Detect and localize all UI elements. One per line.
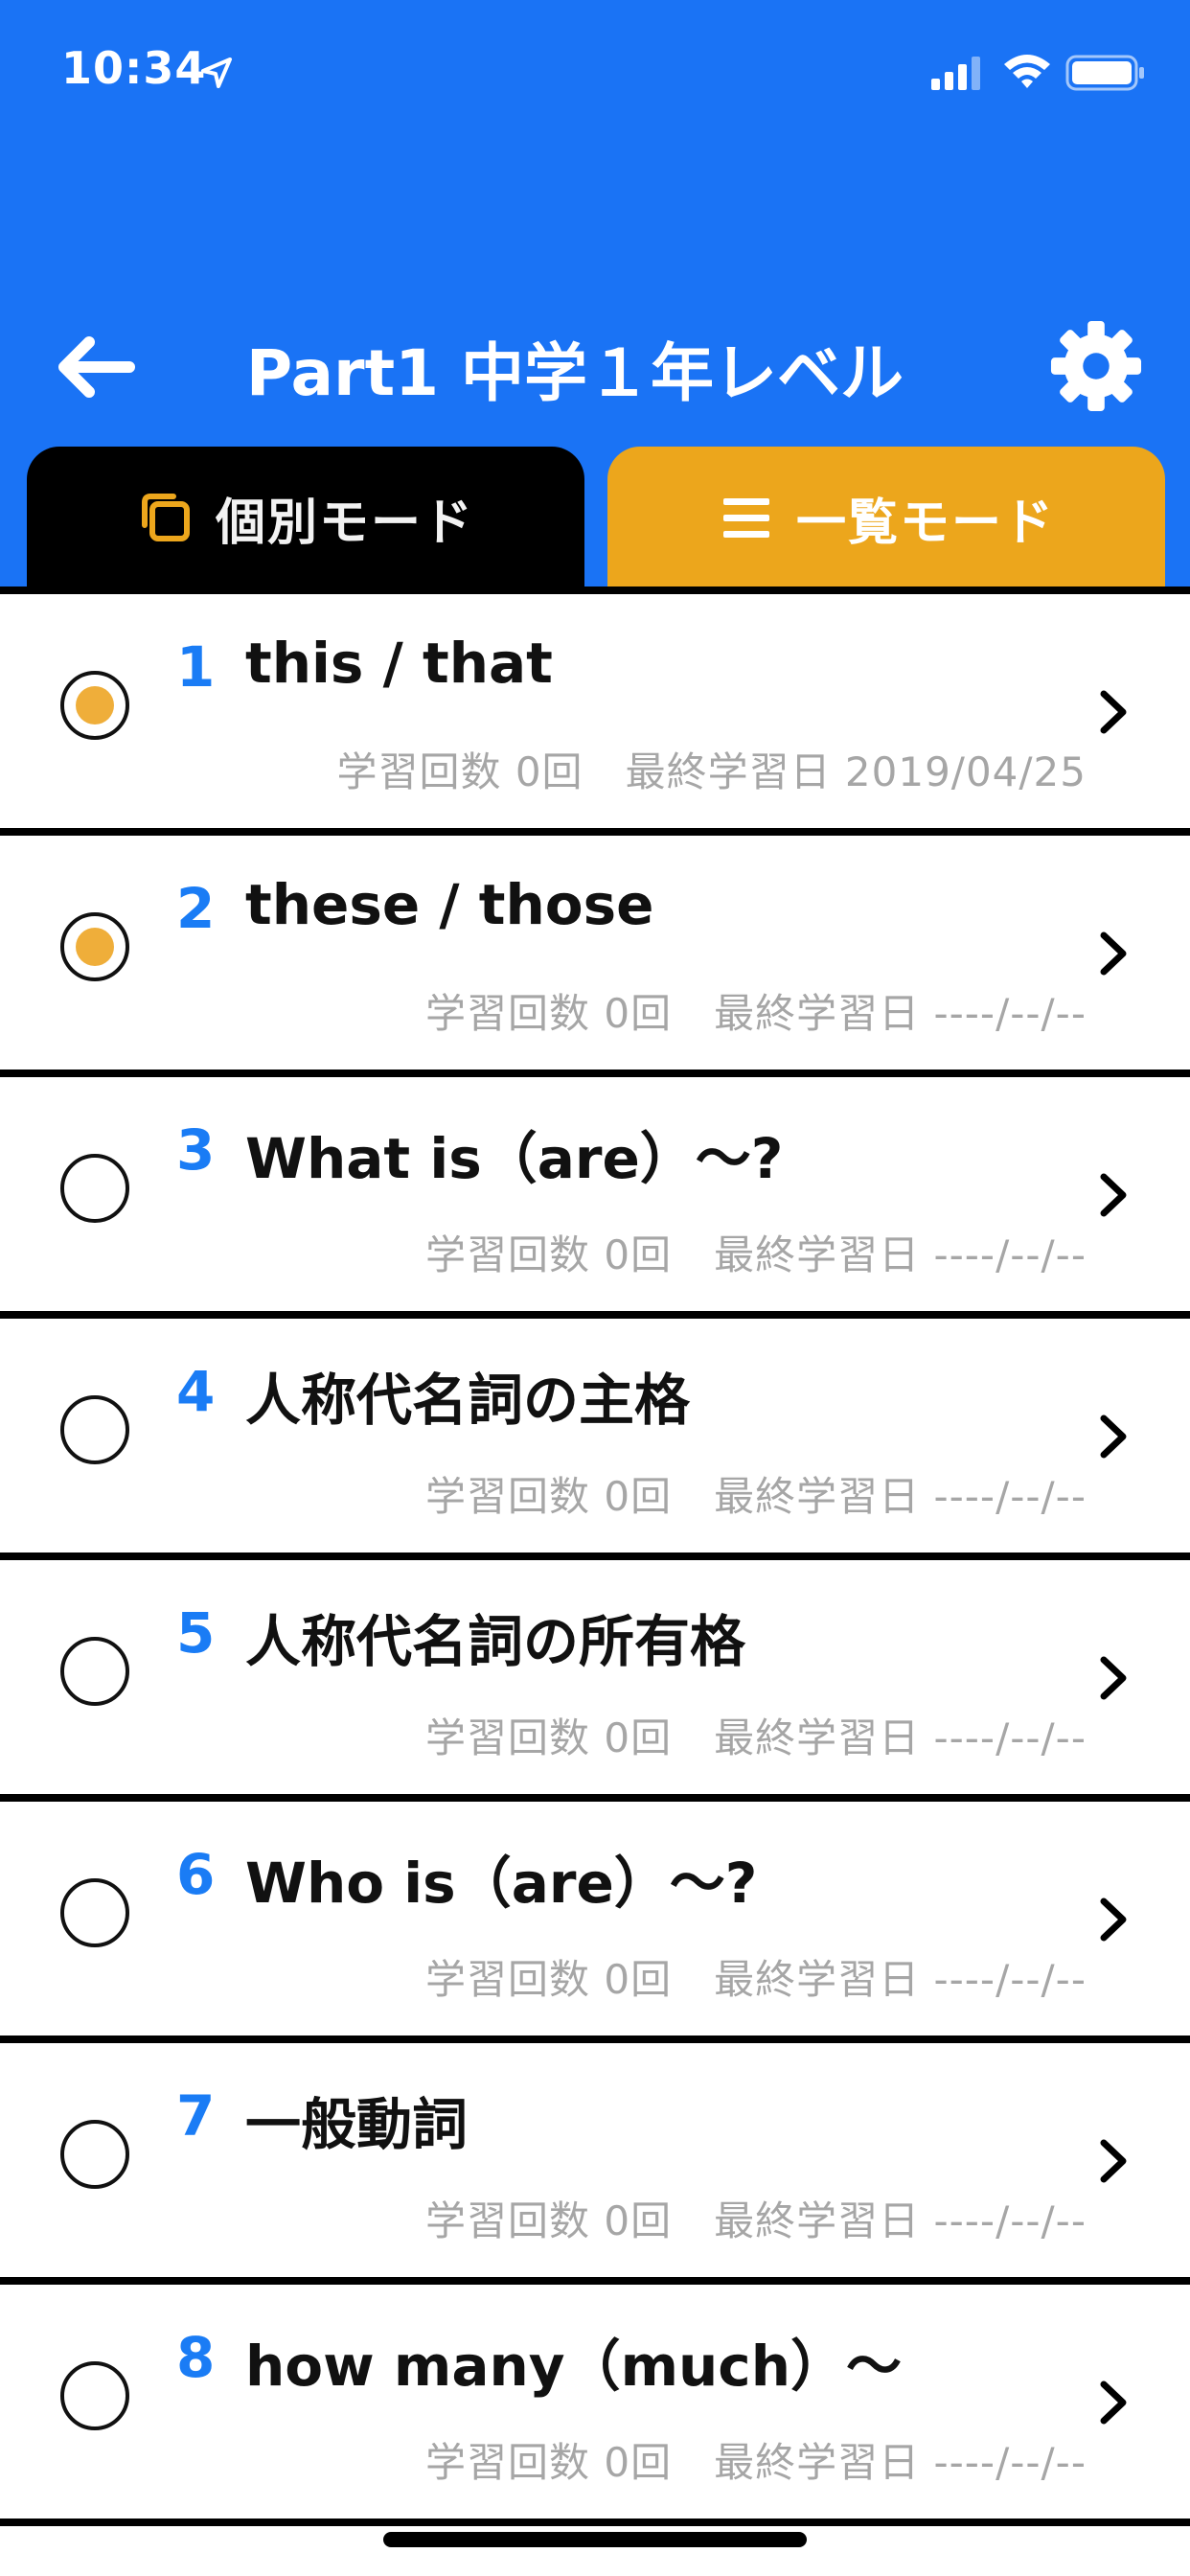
list-item[interactable]: 7 一般動詞 学習回数 0回 最終学習日 ----/--/-- [0, 2043, 1190, 2285]
tab-individual-mode[interactable]: 個別モード [27, 447, 584, 588]
item-title: 人称代名詞の所有格 [245, 1609, 746, 1674]
lesson-list: 1 this / that 学習回数 0回 最終学習日 2019/04/25 2 … [0, 594, 1190, 2526]
item-title: Who is（are）〜? [245, 1851, 758, 1916]
arrow-left-icon [58, 336, 135, 398]
status-radio [60, 1878, 129, 1947]
battery-icon [1065, 55, 1144, 91]
last-study-date: 最終学習日 ----/--/-- [714, 1231, 1087, 1278]
list-item[interactable]: 1 this / that 学習回数 0回 最終学習日 2019/04/25 [0, 594, 1190, 836]
last-study-date: 最終学習日 ----/--/-- [714, 2439, 1087, 2486]
item-number: 1 [176, 634, 216, 700]
study-count: 学習回数 0回 [425, 1473, 673, 1520]
status-radio [60, 671, 129, 740]
item-meta: 学習回数 0回 最終学習日 2019/04/25 [336, 740, 1087, 798]
item-title: how many（much）〜 [245, 2334, 902, 2399]
list-lines-icon [722, 498, 769, 538]
list-item[interactable]: 6 Who is（are）〜? 学習回数 0回 最終学習日 ----/--/-- [0, 1802, 1190, 2043]
study-count: 学習回数 0回 [425, 2439, 673, 2486]
chevron-right-icon [1100, 1173, 1127, 1217]
last-study-date: 最終学習日 ----/--/-- [714, 1956, 1087, 2003]
status-radio [60, 1637, 129, 1706]
gear-icon [1050, 320, 1142, 412]
wifi-icon [1004, 55, 1050, 88]
study-count: 学習回数 0回 [336, 748, 584, 795]
chevron-right-icon [1100, 2380, 1127, 2425]
tab-list-mode[interactable]: 一覧モード [607, 447, 1165, 588]
status-radio [60, 2120, 129, 2189]
chevron-right-icon [1100, 1414, 1127, 1459]
list-item[interactable]: 2 these / those 学習回数 0回 最終学習日 ----/--/-- [0, 836, 1190, 1077]
list-item[interactable]: 8 how many（much）〜 学習回数 0回 最終学習日 ----/--/-… [0, 2285, 1190, 2526]
list-item[interactable]: 5 人称代名詞の所有格 学習回数 0回 最終学習日 ----/--/-- [0, 1560, 1190, 1802]
item-title: 一般動詞 [245, 2092, 469, 2157]
chevron-right-icon [1100, 1656, 1127, 1700]
back-button[interactable] [48, 321, 140, 413]
status-radio [60, 912, 129, 981]
study-count: 学習回数 0回 [425, 990, 673, 1037]
chevron-right-icon [1100, 2139, 1127, 2183]
item-meta: 学習回数 0回 最終学習日 ----/--/-- [425, 2189, 1087, 2247]
status-radio [60, 1154, 129, 1223]
settings-button[interactable] [1046, 316, 1146, 416]
home-indicator[interactable] [383, 2532, 807, 2547]
item-title: this / that [245, 631, 553, 696]
item-number: 6 [176, 1842, 216, 1907]
location-arrow-icon [201, 58, 232, 88]
item-meta: 学習回数 0回 最終学習日 ----/--/-- [425, 981, 1087, 1040]
tab-individual-label: 個別モード [215, 494, 474, 552]
status-time: 10:34 [61, 42, 207, 94]
list-item[interactable]: 3 What is（are）〜? 学習回数 0回 最終学習日 ----/--/-- [0, 1077, 1190, 1319]
item-number: 8 [176, 2325, 216, 2390]
item-meta: 学習回数 0回 最終学習日 ----/--/-- [425, 1947, 1087, 2006]
tab-list-label: 一覧モード [795, 494, 1055, 552]
item-title: 人称代名詞の主格 [245, 1368, 691, 1433]
status-radio [60, 2361, 129, 2430]
page-title: Part1 中学１年レベル [245, 336, 904, 410]
last-study-date: 最終学習日 2019/04/25 [625, 748, 1087, 795]
item-number: 3 [176, 1117, 216, 1183]
radio-dot [76, 928, 114, 966]
last-study-date: 最終学習日 ----/--/-- [714, 1714, 1087, 1761]
status-bar: 10:34 [0, 0, 1190, 144]
item-meta: 学習回数 0回 最終学習日 ----/--/-- [425, 1706, 1087, 1764]
status-radio [60, 1395, 129, 1464]
item-number: 7 [176, 2083, 216, 2149]
item-title: What is（are）〜? [245, 1126, 784, 1191]
copy-squares-icon [141, 494, 190, 541]
last-study-date: 最終学習日 ----/--/-- [714, 2197, 1087, 2244]
radio-dot [76, 686, 114, 724]
item-meta: 学習回数 0回 最終学習日 ----/--/-- [425, 1464, 1087, 1523]
chevron-right-icon [1100, 690, 1127, 734]
chevron-right-icon [1100, 932, 1127, 976]
item-title: these / those [245, 872, 654, 937]
item-number: 2 [176, 876, 216, 941]
list-item[interactable]: 4 人称代名詞の主格 学習回数 0回 最終学習日 ----/--/-- [0, 1319, 1190, 1560]
item-meta: 学習回数 0回 最終学習日 ----/--/-- [425, 2430, 1087, 2489]
chevron-right-icon [1100, 1898, 1127, 1942]
item-meta: 学習回数 0回 最終学習日 ----/--/-- [425, 1223, 1087, 1281]
cellular-signal-icon [931, 57, 980, 90]
study-count: 学習回数 0回 [425, 2197, 673, 2244]
tab-divider [0, 586, 1190, 594]
study-count: 学習回数 0回 [425, 1231, 673, 1278]
study-count: 学習回数 0回 [425, 1956, 673, 2003]
study-count: 学習回数 0回 [425, 1714, 673, 1761]
last-study-date: 最終学習日 ----/--/-- [714, 990, 1087, 1037]
item-number: 5 [176, 1600, 216, 1666]
last-study-date: 最終学習日 ----/--/-- [714, 1473, 1087, 1520]
item-number: 4 [176, 1359, 216, 1424]
